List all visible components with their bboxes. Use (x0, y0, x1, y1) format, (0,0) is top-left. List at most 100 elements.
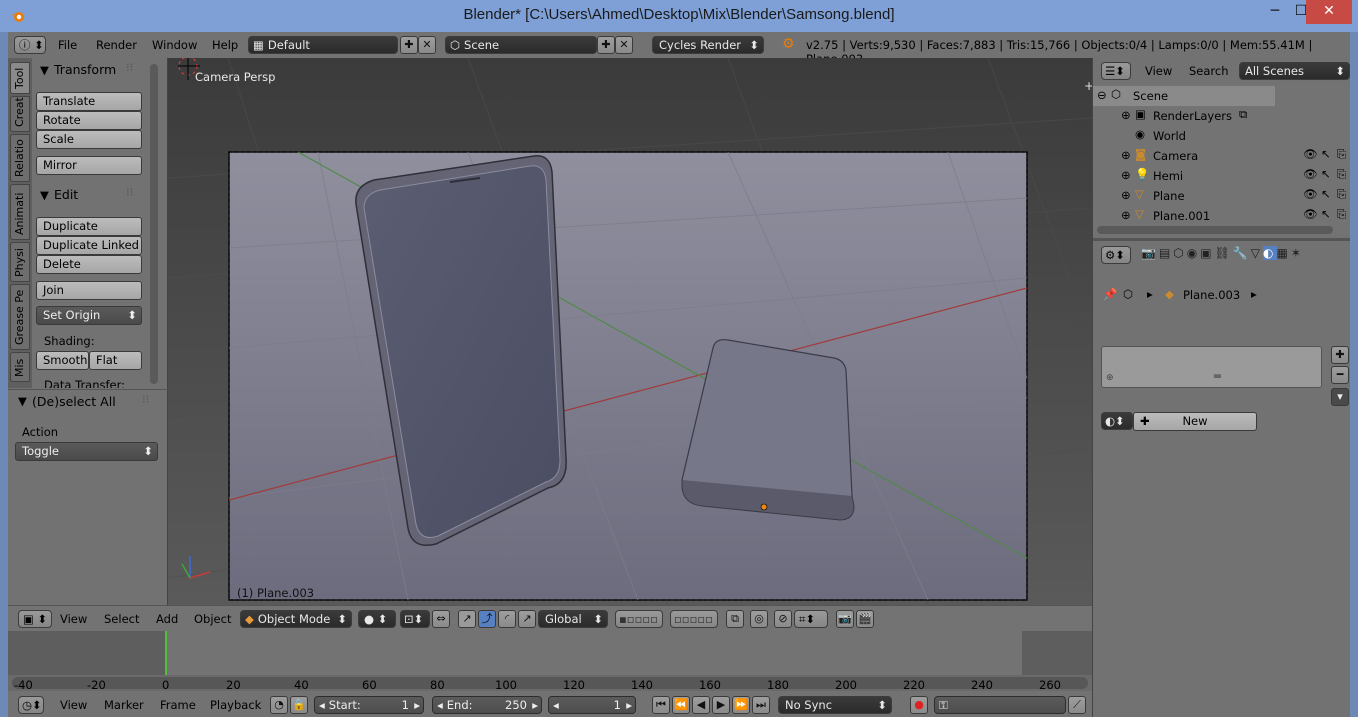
keying-set-field[interactable]: ⚿ (934, 696, 1066, 714)
snap-element-select[interactable]: ⌗⬍ (794, 610, 828, 628)
remove-scene-icon[interactable]: ✕ (615, 36, 633, 54)
layers-grid-2[interactable]: ▫▫▫▫▫ (670, 610, 718, 628)
duplicate-button[interactable]: Duplicate (36, 217, 142, 236)
menu-render[interactable]: Render (96, 38, 137, 52)
keyframe-insert-icon[interactable]: ⟋ (1068, 696, 1086, 714)
play-icon[interactable]: ▶ (712, 696, 730, 714)
render-image-icon[interactable]: 📷 (836, 610, 854, 628)
tab-animation[interactable]: Animati (10, 184, 30, 240)
set-origin-select[interactable]: Set Origin ⬍ (36, 306, 142, 325)
menu-help[interactable]: Help (212, 38, 238, 52)
menu-view[interactable]: View (1145, 64, 1172, 78)
transform-panel-arrow[interactable]: ▼ (40, 63, 49, 77)
edit-panel-arrow[interactable]: ▼ (40, 188, 49, 202)
pivot-select[interactable]: ⊡⬍ (400, 610, 430, 628)
menu-select[interactable]: Select (104, 612, 139, 626)
menu-frame[interactable]: Frame (160, 698, 196, 712)
action-select[interactable]: Toggle ⬍ (15, 442, 158, 461)
edit-panel-title[interactable]: Edit (54, 187, 78, 202)
lock-camera-icon[interactable]: ⧉ (726, 610, 744, 628)
manipulator-toggle-icon[interactable]: ⇔ (432, 610, 450, 628)
layers-grid-1[interactable]: ▪▫▫▫▫ (615, 610, 663, 628)
scale-button[interactable]: Scale (36, 130, 142, 149)
mode-select[interactable]: ◆ Object Mode ⬍ (240, 610, 352, 628)
outliner-item-plane[interactable]: ⊕ ▽ Plane 👁 ↖ ⎘ (1107, 186, 1347, 206)
outliner-item-plane001[interactable]: ⊕ ▽ Plane.001 👁 ↖ ⎘ (1107, 206, 1347, 226)
editor-type-button[interactable]: ⓘ ⬍ (14, 36, 46, 54)
menu-window[interactable]: Window (152, 38, 197, 52)
new-material-button[interactable]: ✚ New (1133, 412, 1257, 431)
properties-context-tabs[interactable]: 📷▤⬡◉▣⛓🔧▽◐▦✶ (1141, 246, 1341, 266)
tool-shelf-scrollbar[interactable] (150, 64, 158, 384)
orientation-select[interactable]: Global ⬍ (538, 610, 608, 628)
manipulator-extra-icon[interactable]: ↗ (518, 610, 536, 628)
editor-type-button[interactable]: ☰⬍ (1101, 62, 1131, 80)
end-frame-field[interactable]: ◂ End: 250 ▸ (432, 696, 542, 714)
transform-panel-title[interactable]: Transform (54, 62, 116, 77)
flat-shading-button[interactable]: Flat (89, 351, 142, 370)
duplicate-linked-button[interactable]: Duplicate Linked (36, 236, 142, 255)
viewport-canvas[interactable]: + (168, 58, 1092, 605)
slot-menu-icon[interactable]: ▾ (1331, 388, 1349, 406)
menu-marker[interactable]: Marker (104, 698, 144, 712)
close-button[interactable]: ✕ (1306, 0, 1352, 24)
start-frame-field[interactable]: ◂ Start: 1 ▸ (314, 696, 424, 714)
menu-view[interactable]: View (60, 698, 87, 712)
timeline-area[interactable] (8, 631, 1092, 691)
editor-type-button[interactable]: ▣ ⬍ (18, 610, 52, 628)
menu-object[interactable]: Object (194, 612, 231, 626)
timeline-scrollbar[interactable] (12, 677, 1088, 689)
tab-grease-pencil[interactable]: Grease Pe (10, 284, 30, 350)
remove-slot-icon[interactable]: ━ (1331, 366, 1349, 384)
render-animation-icon[interactable]: 🎬 (856, 610, 874, 628)
editor-type-button[interactable]: ◷⬍ (18, 696, 44, 714)
render-engine-select[interactable]: Cycles Render ⬍ (652, 36, 764, 54)
outliner-scrollbar[interactable] (1097, 226, 1333, 234)
remove-screen-icon[interactable]: ✕ (418, 36, 436, 54)
outliner-item-world[interactable]: ◉ World (1107, 126, 1347, 146)
menu-file[interactable]: File (58, 38, 77, 52)
display-mode-select[interactable]: All Scenes ⬍ (1239, 62, 1350, 80)
drag-handle-icon[interactable]: ⁝⁝ (126, 185, 133, 199)
3d-viewport[interactable]: + Camera Persp (1) Plane.003 (168, 58, 1092, 605)
menu-add[interactable]: Add (156, 612, 178, 626)
delete-button[interactable]: Delete (36, 255, 142, 274)
tab-tool[interactable]: Tool (10, 62, 30, 94)
outliner-item-renderlayers[interactable]: ⊕ ▣ RenderLayers ⧉ (1107, 106, 1347, 126)
snap-toggle-icon[interactable]: ⊘ (774, 610, 792, 628)
current-frame-marker[interactable] (165, 631, 167, 675)
scene-select[interactable]: ⬡ Scene (445, 36, 597, 54)
preview-range-icon[interactable]: ◔ (270, 696, 288, 714)
tab-relations[interactable]: Relatio (10, 134, 30, 182)
operator-panel-arrow[interactable]: ▼ (18, 394, 27, 408)
outliner-item-hemi[interactable]: ⊕ 💡 Hemi 👁 ↖ ⎘ (1107, 166, 1347, 186)
add-screen-icon[interactable]: ✚ (400, 36, 418, 54)
material-browse-button[interactable]: ◐⬍ (1101, 412, 1133, 430)
jump-keyframe-back-icon[interactable]: ⏪ (672, 696, 690, 714)
current-frame-field[interactable]: ◂ 1 ▸ (548, 696, 636, 714)
menu-search[interactable]: Search (1189, 64, 1229, 78)
translate-manipulator-icon[interactable]: ↗ (458, 610, 476, 628)
drag-handle-icon[interactable]: ⁝⁝ (142, 392, 149, 406)
record-icon[interactable]: ● (910, 696, 928, 714)
lock-range-icon[interactable]: 🔒 (290, 696, 308, 714)
smooth-shading-button[interactable]: Smooth (36, 351, 89, 370)
sync-select[interactable]: No Sync ⬍ (778, 696, 892, 714)
rotate-manipulator-icon[interactable]: ⤴ (478, 610, 496, 628)
rotate-button[interactable]: Rotate (36, 111, 142, 130)
outliner-item-scene[interactable]: ⊖ ⬡ Scene (1097, 86, 1347, 106)
menu-view[interactable]: View (60, 612, 87, 626)
tab-create[interactable]: Creat (10, 96, 30, 132)
menu-playback[interactable]: Playback (210, 698, 261, 712)
add-scene-icon[interactable]: ✚ (597, 36, 615, 54)
proportional-edit-icon[interactable]: ◎ (750, 610, 768, 628)
viewport-add-icon[interactable]: + (1084, 79, 1092, 93)
material-slot-list[interactable]: ⊕ ═ (1101, 346, 1322, 388)
join-button[interactable]: Join (36, 281, 142, 300)
tab-misc[interactable]: Mis (10, 352, 30, 382)
mirror-button[interactable]: Mirror (36, 156, 142, 175)
play-reverse-icon[interactable]: ◀ (692, 696, 710, 714)
pin-icon[interactable]: 📌 (1103, 287, 1117, 301)
jump-keyframe-forward-icon[interactable]: ⏩ (732, 696, 750, 714)
editor-type-button[interactable]: ⚙⬍ (1101, 246, 1131, 264)
